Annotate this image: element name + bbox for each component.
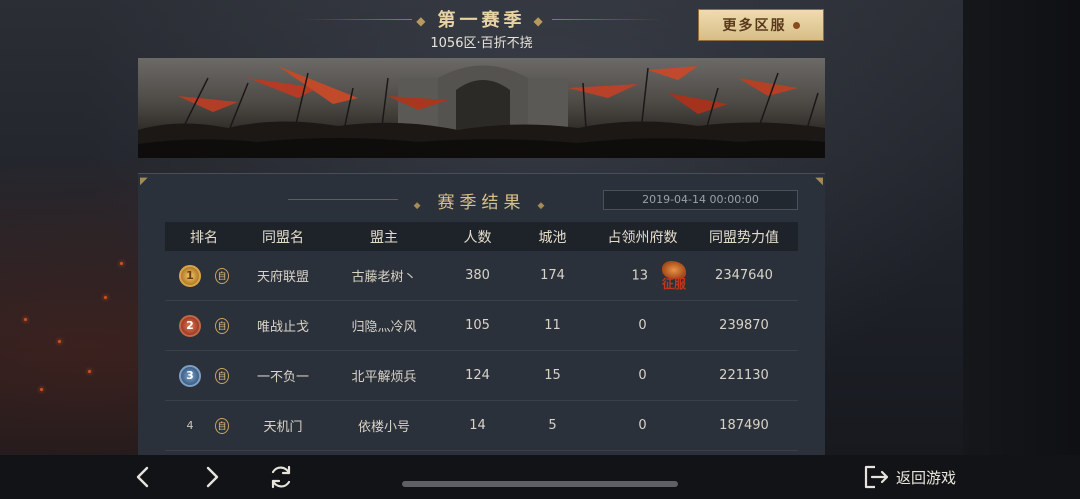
city-count: 174 (540, 268, 565, 283)
prefecture-count-value: 13 (631, 268, 648, 283)
chevron-left-icon (136, 466, 149, 488)
battle-banner-image (138, 58, 825, 158)
column-header-cities: 城池 (538, 229, 567, 246)
leader-name: 古藤老树丶 (351, 270, 417, 285)
city-count: 11 (544, 318, 561, 333)
background-right-shade (963, 0, 1080, 455)
conquer-badge: 征服 (658, 260, 690, 291)
forward-button[interactable] (195, 460, 229, 494)
column-header-rank: 排名 (190, 229, 218, 246)
self-server-tag: 自 (215, 367, 229, 384)
column-header-leader: 盟主 (370, 229, 398, 246)
ember-particle (24, 318, 27, 321)
member-count: 380 (465, 268, 490, 283)
more-servers-label: 更多区服 (722, 18, 787, 34)
table-row[interactable]: 2 自 唯战止戈 归隐灬冷风 105 11 0 239870 (165, 301, 798, 351)
panel-title-text: 赛季结果 (437, 193, 526, 213)
self-server-tag: 自 (215, 417, 229, 434)
refresh-button[interactable] (264, 460, 298, 494)
alliance-power: 239870 (719, 318, 769, 333)
prefecture-count: 0 (638, 418, 647, 433)
alliance-power: 2347640 (715, 268, 773, 283)
diamond-ornament-icon: ◆ (533, 14, 547, 28)
alliance-name: 唯战止戈 (256, 320, 309, 335)
ember-particle (40, 388, 43, 391)
chevron-right-icon (206, 466, 219, 488)
conquer-label: 征服 (661, 276, 686, 291)
alliance-name: 天机门 (263, 420, 303, 435)
rank-number: 4 (186, 419, 194, 432)
rank-cell: 1 自 (165, 264, 243, 287)
alliance-name: 天府联盟 (256, 270, 309, 285)
exit-arrow-icon (864, 465, 889, 489)
season-results-panel: ◤ ◥ ◆ 赛季结果 ◆ 2019-04-14 00:00:00 排名 同盟名 盟主… (138, 173, 825, 456)
alliance-power: 187490 (719, 418, 769, 433)
column-header-power: 同盟势力值 (709, 229, 779, 246)
prefecture-count: 0 (638, 368, 647, 383)
return-to-game-label: 返回游戏 (896, 468, 957, 487)
results-table: 排名 同盟名 盟主 人数 城池 占领州府数 同盟势力值 1 自 天府联盟 古藤老… (165, 222, 798, 451)
more-servers-button[interactable]: 更多区服 (698, 9, 824, 41)
corner-ornament-icon: ◥ (815, 176, 823, 187)
bullet-icon (792, 21, 800, 29)
ember-particle (58, 340, 61, 343)
diamond-ornament-icon: ◆ (413, 201, 426, 211)
table-row[interactable]: 1 自 天府联盟 古藤老树丶 380 174 13 征服 2347640 (165, 251, 798, 301)
leader-name: 北平解烦兵 (351, 370, 417, 385)
table-row[interactable]: 3 自 一不负一 北平解烦兵 124 15 0 221130 (165, 351, 798, 401)
season-end-date: 2019-04-14 00:00:00 (603, 190, 798, 210)
alliance-power: 221130 (719, 368, 769, 383)
member-count: 124 (465, 368, 490, 383)
rank-cell: 2 自 (165, 314, 243, 337)
rank-medal-silver-icon: 2 (179, 314, 201, 337)
rank-medal-bronze-icon: 3 (179, 364, 201, 387)
city-count: 15 (544, 368, 561, 383)
rank-medal-gold-icon: 1 (179, 264, 201, 287)
corner-ornament-icon: ◤ (140, 176, 148, 187)
back-button[interactable] (126, 460, 160, 494)
season-title-text: 第一赛季 (437, 10, 526, 31)
column-header-prefectures: 占领州府数 (607, 229, 678, 246)
rank-cell: 3 自 (165, 364, 243, 387)
return-to-game-button[interactable]: 返回游戏 (862, 461, 956, 493)
ember-particle (104, 296, 107, 299)
prefecture-count: 13 征服 (595, 260, 690, 291)
table-header: 排名 同盟名 盟主 人数 城池 占领州府数 同盟势力值 (165, 222, 798, 251)
column-header-alliance: 同盟名 (262, 229, 304, 246)
member-count: 14 (469, 418, 486, 433)
self-server-tag: 自 (215, 267, 229, 284)
ember-particle (88, 370, 91, 373)
refresh-icon (271, 465, 291, 489)
home-indicator[interactable] (402, 481, 678, 487)
diamond-ornament-icon: ◆ (537, 201, 550, 211)
table-row[interactable]: 4 自 天机门 依楼小号 14 5 0 187490 (165, 401, 798, 451)
ember-particle (120, 262, 123, 265)
alliance-name: 一不负一 (256, 370, 309, 385)
column-header-members: 人数 (463, 229, 492, 246)
prefecture-count: 0 (638, 318, 647, 333)
leader-name: 归隐灬冷风 (351, 320, 417, 335)
leader-name: 依楼小号 (357, 420, 410, 435)
city-count: 5 (548, 418, 557, 433)
diamond-ornament-icon: ◆ (416, 14, 430, 28)
member-count: 105 (465, 318, 490, 333)
rank-cell: 4 自 (165, 417, 243, 434)
battle-scene-illustration (138, 65, 825, 158)
self-server-tag: 自 (215, 317, 229, 334)
